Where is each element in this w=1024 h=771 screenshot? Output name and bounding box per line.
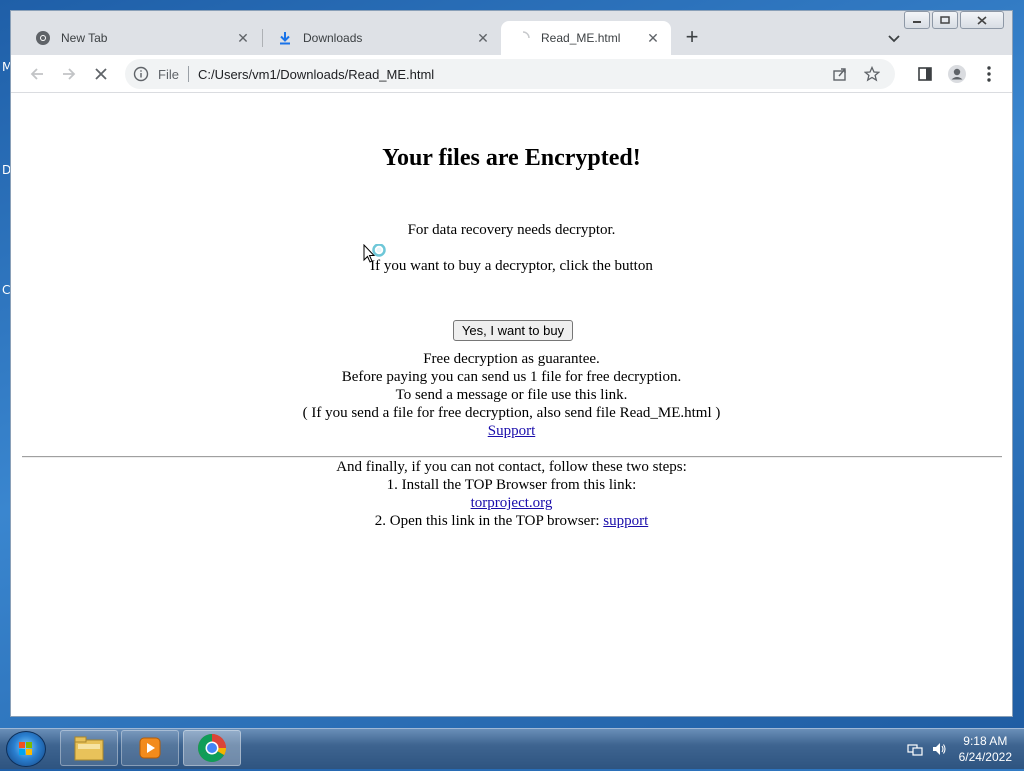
volume-icon[interactable] bbox=[931, 741, 947, 757]
buy-button[interactable]: Yes, I want to buy bbox=[453, 320, 573, 341]
chevron-down-icon[interactable] bbox=[885, 29, 903, 47]
busy-cursor-icon bbox=[363, 243, 389, 271]
more-menu-icon[interactable] bbox=[979, 64, 999, 84]
address-bar[interactable]: File C:/Users/vm1/Downloads/Read_ME.html bbox=[125, 59, 895, 89]
back-arrow-icon[interactable] bbox=[27, 64, 47, 84]
media-player-taskbar-button[interactable] bbox=[121, 730, 179, 766]
forward-arrow-icon[interactable] bbox=[59, 64, 79, 84]
tab-new-tab[interactable]: New Tab ✕ bbox=[21, 21, 261, 55]
guarantee-line: Free decryption as guarantee. bbox=[423, 351, 600, 367]
loading-spinner-icon bbox=[515, 30, 531, 46]
profile-avatar-icon[interactable] bbox=[947, 64, 967, 84]
tor-link[interactable]: torproject.org bbox=[471, 495, 553, 511]
side-panel-icon[interactable] bbox=[915, 64, 935, 84]
chrome-taskbar-button[interactable] bbox=[183, 730, 241, 766]
close-tab-icon[interactable]: ✕ bbox=[475, 30, 491, 46]
clock-time: 9:18 AM bbox=[963, 734, 1008, 748]
network-icon[interactable] bbox=[907, 741, 923, 757]
url-text[interactable]: C:/Users/vm1/Downloads/Read_ME.html bbox=[198, 67, 831, 82]
close-window-button[interactable] bbox=[960, 11, 1004, 29]
buy-prompt: If you want to buy a decryptor, click th… bbox=[370, 258, 653, 274]
clock[interactable]: 9:18 AM 6/24/2022 bbox=[959, 733, 1012, 765]
guarantee-line: To send a message or file use this link. bbox=[395, 387, 628, 403]
step-two: 2. Open this link in the TOP browser: su… bbox=[11, 512, 1012, 530]
step-one: 1. Install the TOP Browser from this lin… bbox=[386, 477, 637, 493]
restore-button[interactable] bbox=[932, 11, 958, 29]
explorer-taskbar-button[interactable] bbox=[60, 730, 118, 766]
tab-label: New Tab bbox=[61, 31, 108, 45]
tor-link-row: torproject.org bbox=[11, 494, 1012, 512]
taskbar: 9:18 AM 6/24/2022 bbox=[0, 728, 1024, 769]
steps-intro: And finally, if you can not contact, fol… bbox=[336, 459, 687, 475]
step-two-text: 2. Open this link in the TOP browser: bbox=[374, 513, 604, 529]
tab-label: Downloads bbox=[303, 31, 363, 45]
media-player-icon bbox=[139, 737, 161, 759]
bookmark-star-icon[interactable] bbox=[863, 65, 881, 83]
close-tab-icon[interactable]: ✕ bbox=[235, 30, 251, 46]
tab-label: Read_ME.html bbox=[541, 31, 621, 45]
minimize-button[interactable] bbox=[904, 11, 930, 29]
clock-date: 6/24/2022 bbox=[958, 750, 1012, 764]
window-controls bbox=[902, 11, 1004, 29]
page-title: Your files are Encrypted! bbox=[382, 145, 641, 171]
new-tab-button[interactable]: + bbox=[681, 26, 703, 49]
chrome-icon bbox=[35, 30, 51, 46]
download-icon bbox=[277, 30, 293, 46]
tab-read-me[interactable]: Read_ME.html ✕ bbox=[501, 21, 671, 55]
url-scheme-label: File bbox=[158, 66, 179, 82]
support-link-row: Support bbox=[11, 422, 1012, 440]
tab-strip: New Tab ✕ Downloads ✕ Read_ME.html ✕ + bbox=[11, 11, 1012, 55]
browser-toolbar: File C:/Users/vm1/Downloads/Read_ME.html bbox=[11, 55, 1012, 93]
support-link[interactable]: Support bbox=[488, 423, 536, 439]
folder-icon bbox=[74, 736, 104, 761]
guarantee-line: Before paying you can send us 1 file for… bbox=[341, 369, 682, 385]
chrome-icon bbox=[198, 734, 226, 762]
info-icon[interactable] bbox=[133, 66, 149, 82]
tab-downloads[interactable]: Downloads ✕ bbox=[263, 21, 501, 55]
share-icon[interactable] bbox=[831, 65, 849, 83]
stop-loading-icon[interactable] bbox=[91, 64, 111, 84]
step-two-support-link[interactable]: support bbox=[603, 513, 648, 529]
guarantee-line: ( If you send a file for free decryption… bbox=[302, 405, 721, 421]
browser-window: New Tab ✕ Downloads ✕ Read_ME.html ✕ + F… bbox=[10, 10, 1013, 717]
close-tab-icon[interactable]: ✕ bbox=[645, 30, 661, 46]
omnibox-divider bbox=[187, 66, 189, 82]
recovery-text: For data recovery needs decryptor. bbox=[407, 222, 616, 238]
start-button[interactable] bbox=[6, 731, 46, 767]
page-content: Your files are Encrypted! For data recov… bbox=[11, 93, 1012, 716]
system-tray: 9:18 AM 6/24/2022 bbox=[907, 733, 1012, 765]
